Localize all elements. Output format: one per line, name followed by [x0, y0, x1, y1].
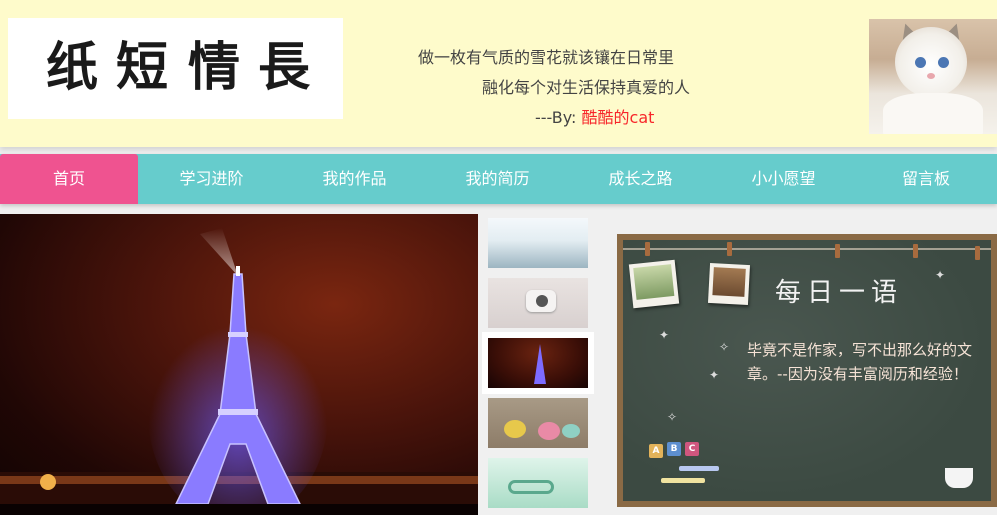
chalk-stick	[679, 466, 719, 471]
star-doodle-icon: ✧	[667, 410, 678, 424]
carousel-thumb-1[interactable]	[488, 218, 588, 268]
daily-quote-board: 每日一语 毕竟不是作家，写不出那么好的文章。--因为没有丰富阅历和经验！ ✦ ✧…	[617, 234, 997, 507]
nav-item-home[interactable]: 首页	[0, 154, 138, 204]
carousel-main-image[interactable]	[0, 214, 478, 515]
star-doodle-icon: ✦	[709, 368, 720, 382]
chalk-stick	[661, 478, 705, 483]
byline-prefix: ---By:	[535, 108, 582, 127]
clothesline	[623, 248, 991, 250]
logo-char: 纸	[46, 37, 99, 98]
abc-block: B	[667, 442, 681, 456]
site-header: 纸 短 情 長 做一枚有气质的雪花就该镶在日常里 融化每个对生活保持真爱的人 -…	[0, 0, 997, 147]
byline-author: 酷酷的cat	[581, 108, 655, 127]
polaroid-photo	[628, 259, 680, 309]
main-nav: 首页 学习进阶 我的作品 我的简历 成长之路 小小愿望 留言板	[0, 154, 997, 204]
motto-line-1: 做一枚有气质的雪花就该镶在日常里	[418, 48, 675, 67]
daily-quote-text: 毕竟不是作家，写不出那么好的文章。--因为没有丰富阅历和经验！	[747, 341, 973, 383]
coffee-cup-icon	[945, 468, 973, 488]
motto-byline: ---By: 酷酷的cat	[535, 104, 654, 128]
carousel-thumb-3[interactable]	[482, 332, 594, 394]
logo-char: 短	[116, 37, 169, 98]
logo-char: 長	[258, 37, 311, 98]
polaroid-photo	[707, 262, 751, 306]
abc-block: A	[649, 444, 663, 458]
star-doodle-icon: ✦	[935, 268, 946, 282]
star-doodle-icon: ✦	[659, 328, 670, 342]
nav-item-resume[interactable]: 我的简历	[426, 154, 569, 204]
star-doodle-icon: ✧	[719, 340, 730, 354]
nav-item-wishes[interactable]: 小小愿望	[712, 154, 855, 204]
carousel-thumb-5[interactable]	[488, 458, 588, 508]
eiffel-tower-illustration	[0, 228, 478, 515]
nav-item-works[interactable]: 我的作品	[283, 154, 426, 204]
logo-char: 情	[188, 37, 241, 98]
site-logo[interactable]: 纸 短 情 長	[8, 18, 343, 119]
carousel-thumb-2[interactable]	[488, 278, 588, 328]
board-title: 每日一语	[775, 278, 904, 308]
motto-line-2: 融化每个对生活保持真爱的人	[482, 78, 691, 97]
carousel-thumb-4[interactable]	[488, 398, 588, 448]
nav-item-growth[interactable]: 成长之路	[569, 154, 712, 204]
nav-item-learning[interactable]: 学习进阶	[140, 154, 283, 204]
nav-item-guestbook[interactable]: 留言板	[855, 154, 997, 204]
abc-block: C	[685, 442, 699, 456]
cat-avatar	[869, 19, 997, 134]
